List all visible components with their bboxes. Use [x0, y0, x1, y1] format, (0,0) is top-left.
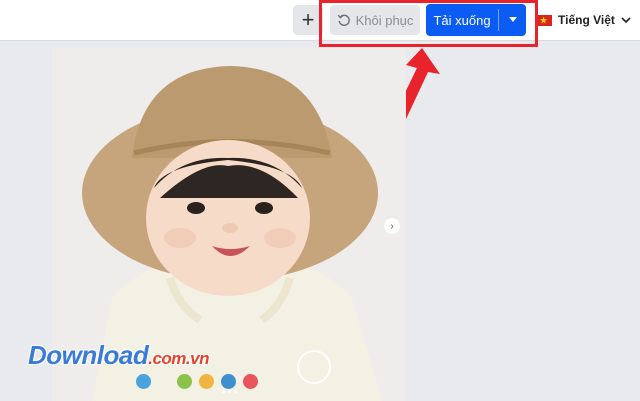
swatch-color[interactable]	[136, 374, 151, 389]
swatch-color[interactable]	[243, 374, 258, 389]
chevron-down-icon	[621, 16, 631, 23]
carousel-dot[interactable]	[228, 390, 231, 393]
swatch-color[interactable]	[221, 374, 236, 389]
vietnam-flag-icon	[536, 14, 552, 26]
chevron-right-icon[interactable]: ›	[384, 218, 400, 234]
carousel-dot[interactable]	[222, 390, 225, 393]
swatch-color[interactable]	[177, 374, 192, 389]
color-swatches	[136, 374, 258, 389]
watermark-domain: .com.vn	[148, 349, 209, 368]
language-selector[interactable]: Tiếng Việt	[536, 12, 631, 28]
watermark-logo: Download.com.vn	[28, 340, 209, 371]
swatch-spacer	[158, 374, 170, 389]
language-label: Tiếng Việt	[558, 13, 615, 27]
watermark-brand: Download	[28, 340, 149, 370]
swatch-color[interactable]	[199, 374, 214, 389]
carousel-dots	[222, 390, 237, 393]
carousel-dot[interactable]	[234, 390, 237, 393]
capture-button[interactable]	[297, 350, 331, 384]
